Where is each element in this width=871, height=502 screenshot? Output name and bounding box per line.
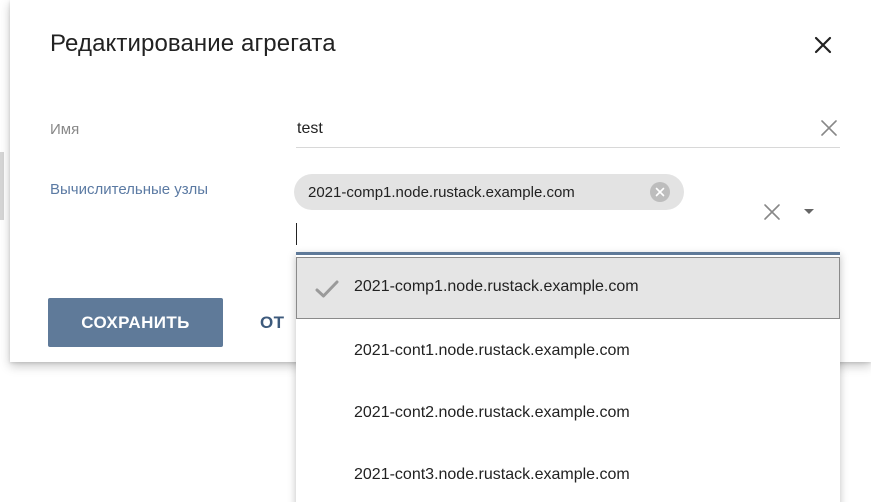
dropdown-option[interactable]: 2021-cont3.node.rustack.example.com [296, 445, 840, 502]
name-label: Имя [50, 121, 80, 138]
name-value[interactable]: test [297, 120, 323, 138]
close-button[interactable] [810, 32, 836, 58]
background-panel-edge [0, 152, 4, 220]
selected-node-chip: 2021-comp1.node.rustack.example.com [294, 174, 684, 210]
clear-icon [764, 204, 780, 220]
nodes-input-cursor[interactable] [296, 223, 297, 245]
caret-down-icon[interactable] [804, 209, 814, 214]
chip-label: 2021-comp1.node.rustack.example.com [308, 184, 575, 201]
dropdown-option[interactable]: 2021-cont1.node.rustack.example.com [296, 321, 840, 383]
name-field[interactable]: test [296, 107, 840, 148]
chip-remove-icon [655, 187, 665, 197]
dropdown-option[interactable]: 2021-comp1.node.rustack.example.com [296, 257, 840, 319]
dropdown-option-label: 2021-cont3.node.rustack.example.com [354, 466, 630, 483]
save-button[interactable]: СОХРАНИТЬ [48, 298, 223, 347]
close-icon [814, 36, 832, 54]
clear-icon [821, 120, 837, 136]
dropdown-option-label: 2021-cont1.node.rustack.example.com [354, 342, 630, 359]
nodes-label: Вычислительные узлы [50, 181, 209, 198]
chip-remove-button[interactable] [650, 182, 670, 202]
name-clear-button[interactable] [820, 119, 838, 137]
nodes-dropdown: 2021-comp1.node.rustack.example.com 2021… [296, 252, 840, 502]
dropdown-option[interactable]: 2021-cont2.node.rustack.example.com [296, 383, 840, 445]
dialog-title: Редактирование агрегата [50, 30, 336, 57]
cancel-button[interactable]: ОТ [260, 298, 284, 347]
page: Редактирование агрегата Имя test Вычисли… [0, 0, 871, 502]
dropdown-option-label: 2021-comp1.node.rustack.example.com [354, 278, 639, 295]
check-icon [315, 280, 339, 298]
dropdown-option-label: 2021-cont2.node.rustack.example.com [354, 404, 630, 421]
nodes-clear-button[interactable] [763, 203, 781, 221]
